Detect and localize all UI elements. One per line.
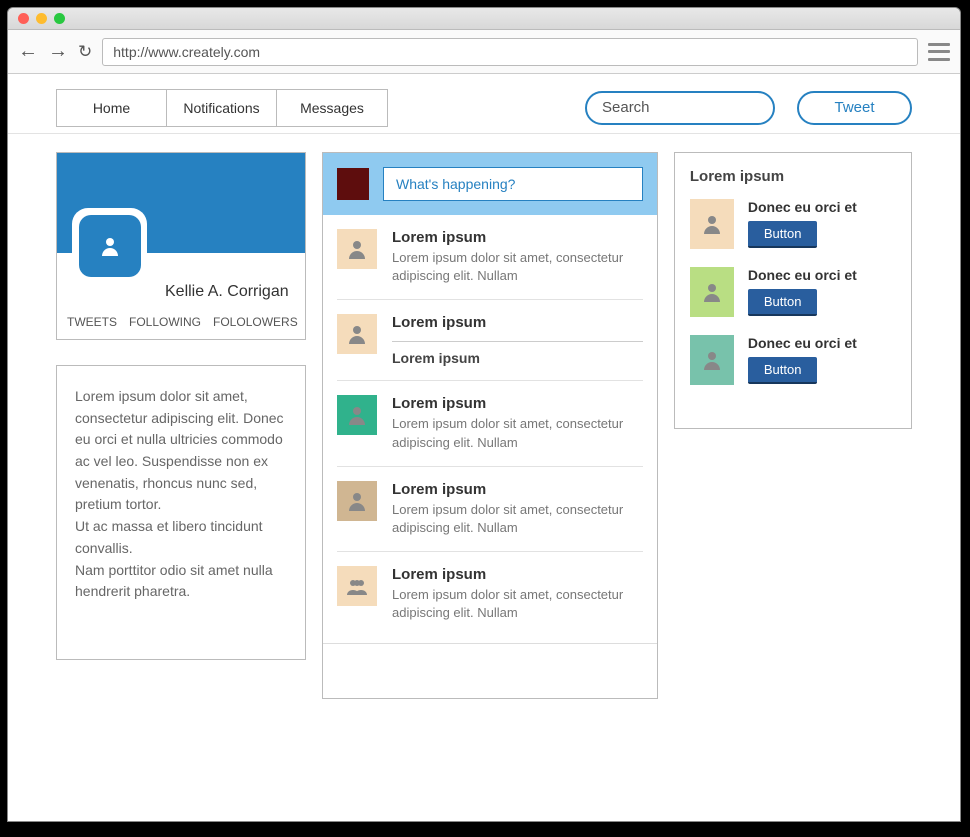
feed-title: Lorem ipsum <box>392 314 643 331</box>
stat-following[interactable]: FOLLOWING <box>129 315 201 329</box>
minimize-window-dot[interactable] <box>36 13 47 24</box>
person-icon <box>700 212 724 236</box>
back-button[interactable]: ← <box>18 40 38 63</box>
feed-avatar <box>337 481 377 521</box>
search-input[interactable]: Search <box>585 91 775 125</box>
person-icon <box>345 322 369 346</box>
feed-title: Lorem ipsum <box>392 395 643 412</box>
tab-messages[interactable]: Messages <box>277 90 387 126</box>
suggestion-item: Donec eu orci et Button <box>690 199 896 249</box>
compose-avatar <box>337 168 369 200</box>
compose-input[interactable]: What's happening? <box>383 167 643 201</box>
person-icon <box>345 489 369 513</box>
feed-avatar <box>337 229 377 269</box>
window-titlebar <box>8 8 960 30</box>
suggestion-name: Donec eu orci et <box>748 267 896 283</box>
tweet-button[interactable]: Tweet <box>797 91 912 125</box>
feed-title: Lorem ipsum <box>392 481 643 498</box>
refresh-button[interactable]: ↻ <box>78 42 92 62</box>
tab-notifications[interactable]: Notifications <box>167 90 277 126</box>
follow-button[interactable]: Button <box>748 221 818 248</box>
suggestion-avatar <box>690 267 734 317</box>
suggestion-item: Donec eu orci et Button <box>690 335 896 385</box>
person-icon <box>345 403 369 427</box>
person-icon <box>98 234 122 258</box>
tab-home[interactable]: Home <box>57 90 167 126</box>
stat-tweets[interactable]: TWEETS <box>67 315 117 329</box>
feed-avatar <box>337 566 377 606</box>
url-bar[interactable]: http://www.creately.com <box>102 38 918 66</box>
suggestion-item: Donec eu orci et Button <box>690 267 896 317</box>
feed-text: Lorem ipsum dolor sit amet, consectetur … <box>392 249 643 285</box>
compose-box: What's happening? <box>323 153 657 215</box>
profile-stats: TWEETS FOLLOWING FOLOLOWERS <box>57 309 305 339</box>
browser-toolbar: ← → ↻ http://www.creately.com <box>8 30 960 74</box>
feed-text: Lorem ipsum dolor sit amet, consectetur … <box>392 501 643 537</box>
top-nav: Home Notifications Messages Search Tweet <box>8 74 960 134</box>
nav-tabs: Home Notifications Messages <box>56 89 388 127</box>
profile-banner <box>57 153 305 253</box>
person-icon <box>700 348 724 372</box>
feed-item[interactable]: Lorem ipsum Lorem ipsum dolor sit amet, … <box>337 552 643 636</box>
close-window-dot[interactable] <box>18 13 29 24</box>
profile-avatar[interactable] <box>72 208 147 283</box>
person-icon <box>345 237 369 261</box>
feed-subline: Lorem ipsum <box>392 341 643 366</box>
feed-item[interactable]: Lorem ipsum Lorem ipsum dolor sit amet, … <box>337 215 643 300</box>
forward-button[interactable]: → <box>48 40 68 63</box>
feed-avatar <box>337 314 377 354</box>
feed-item[interactable]: Lorem ipsum Lorem ipsum dolor sit amet, … <box>337 467 643 552</box>
follow-button[interactable]: Button <box>748 289 818 316</box>
suggestion-avatar <box>690 335 734 385</box>
feed-item[interactable]: Lorem ipsum Lorem ipsum dolor sit amet, … <box>337 381 643 466</box>
feed-title: Lorem ipsum <box>392 229 643 246</box>
stat-followers[interactable]: FOLOLOWERS <box>213 315 298 329</box>
maximize-window-dot[interactable] <box>54 13 65 24</box>
feed-title: Lorem ipsum <box>392 566 643 583</box>
profile-card: Kellie A. Corrigan TWEETS FOLLOWING FOLO… <box>56 152 306 340</box>
feed-text: Lorem ipsum dolor sit amet, consectetur … <box>392 586 643 622</box>
suggestion-name: Donec eu orci et <box>748 199 896 215</box>
bio-card: Lorem ipsum dolor sit amet, consectetur … <box>56 365 306 660</box>
group-icon <box>345 574 369 598</box>
browser-window: ← → ↻ http://www.creately.com Home Notif… <box>7 7 961 822</box>
page-content: Home Notifications Messages Search Tweet <box>8 74 960 821</box>
suggestion-avatar <box>690 199 734 249</box>
hamburger-menu-icon[interactable] <box>928 43 950 61</box>
follow-button[interactable]: Button <box>748 357 818 384</box>
suggestions-panel: Lorem ipsum Donec eu orci et Button Done… <box>674 152 912 429</box>
feed-item[interactable]: Lorem ipsum Lorem ipsum <box>337 300 643 381</box>
suggestion-name: Donec eu orci et <box>748 335 896 351</box>
suggestions-title: Lorem ipsum <box>690 168 896 185</box>
feed-column: What's happening? Lorem ipsum Lorem ipsu… <box>322 152 658 699</box>
feed-footer <box>323 643 657 698</box>
person-icon <box>700 280 724 304</box>
feed-text: Lorem ipsum dolor sit amet, consectetur … <box>392 415 643 451</box>
feed-avatar <box>337 395 377 435</box>
